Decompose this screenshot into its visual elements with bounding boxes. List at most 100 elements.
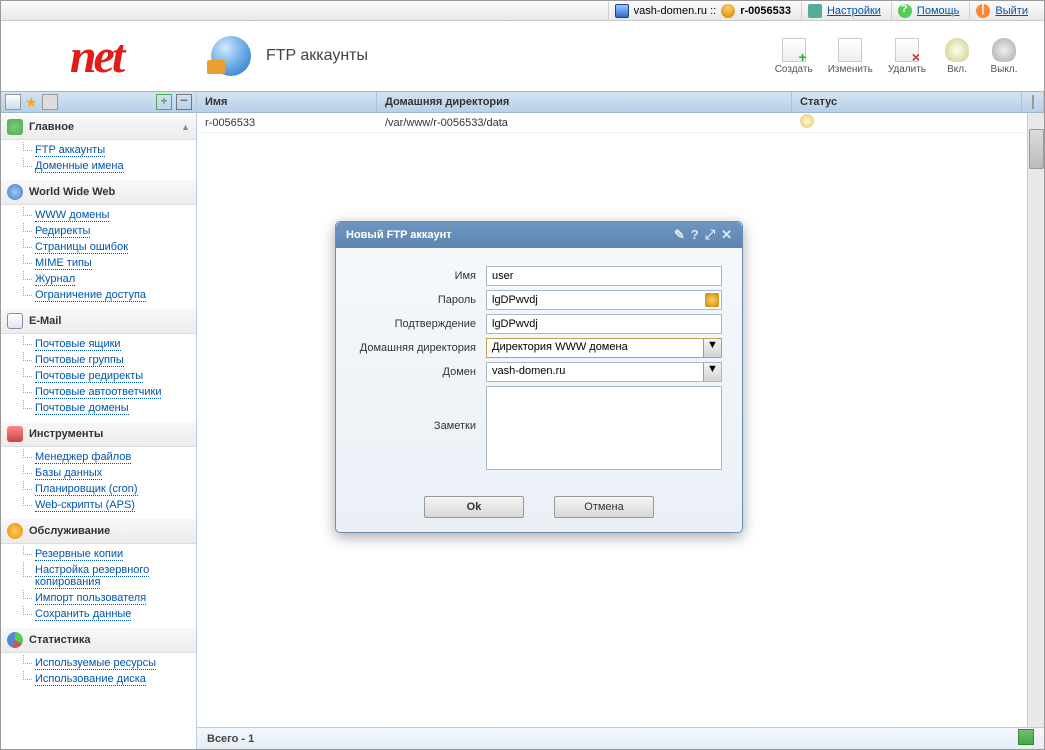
table-row[interactable]: r-0056533 /var/www/r-0056533/data [197, 113, 1044, 133]
nav-item[interactable]: Почтовые группы [23, 352, 196, 368]
nav-item-label: Планировщик (cron) [35, 483, 138, 496]
nav-item[interactable]: Настройка резервного копирования [23, 562, 196, 590]
pin-icon[interactable]: ✎ [674, 227, 685, 243]
ok-button[interactable]: Ok [424, 496, 524, 518]
export-excel-icon[interactable] [1018, 729, 1034, 745]
nav-item[interactable]: Планировщик (cron) [23, 481, 196, 497]
settings-icon [808, 4, 822, 18]
maximize-icon[interactable]: ⤢ [705, 227, 715, 243]
edit-label: Изменить [828, 64, 873, 75]
td-status [792, 114, 1044, 131]
nav-item[interactable]: Почтовые домены [23, 400, 196, 416]
list-view-icon[interactable] [5, 94, 21, 110]
nav-group-label: Главное [29, 121, 74, 133]
exit-link[interactable]: Выйти [995, 5, 1028, 17]
chevron-down-icon[interactable]: ▼ [703, 339, 721, 357]
nav-group-header[interactable]: Обслуживание [1, 519, 196, 544]
nav-item[interactable]: Редиректы [23, 223, 196, 239]
input-name[interactable] [486, 266, 722, 286]
nav-item[interactable]: Использование диска [23, 671, 196, 687]
nav-item[interactable]: Журнал [23, 271, 196, 287]
nav-item[interactable]: Почтовые ящики [23, 336, 196, 352]
th-status[interactable]: Статус [792, 92, 1022, 112]
table-header: Имя Домашняя директория Статус [197, 91, 1044, 113]
sidebar: ★ + − Главное▲ FTP аккаунтыДоменные имена… [1, 91, 197, 749]
close-icon[interactable]: ✕ [721, 227, 732, 243]
collapse-all-icon[interactable]: − [176, 94, 192, 110]
dialog-titlebar[interactable]: Новый FTP аккаунт ✎ ? ⤢ ✕ [336, 222, 742, 248]
select-domain[interactable]: vash-domen.ru ▼ [486, 362, 722, 382]
textarea-notes[interactable] [486, 386, 722, 470]
nav-group-header[interactable]: Инструменты [1, 422, 196, 447]
on-button[interactable]: Вкл. [935, 34, 979, 79]
scrollbar-thumb[interactable] [1029, 129, 1044, 169]
off-label: Выкл. [991, 64, 1018, 75]
input-password[interactable] [486, 290, 722, 310]
row-domain: Домен vash-domen.ru ▼ [356, 362, 722, 382]
logo[interactable]: net [11, 29, 181, 84]
nav-item[interactable]: Почтовые редиректы [23, 368, 196, 384]
nav-item[interactable]: Web-скрипты (APS) [23, 497, 196, 513]
dialog-body: Имя Пароль Подтверждение Домашняя директ… [336, 248, 742, 486]
settings-segment[interactable]: Настройки [801, 2, 887, 20]
topbar-domain-label: vash-domen.ru :: [634, 5, 717, 17]
dialog-title-buttons: ✎ ? ⤢ ✕ [674, 227, 732, 243]
nav-item[interactable]: Ограничение доступа [23, 287, 196, 303]
th-name[interactable]: Имя [197, 92, 377, 112]
nav-item-label: Менеджер файлов [35, 451, 131, 464]
dialog-help-icon[interactable]: ? [691, 227, 699, 243]
help-link[interactable]: Помощь [917, 5, 960, 17]
nav-group-header[interactable]: Статистика [1, 628, 196, 653]
exit-segment[interactable]: Выйти [969, 2, 1034, 20]
nav-item-label: MIME типы [35, 257, 92, 270]
nav-item[interactable]: Базы данных [23, 465, 196, 481]
nav-item-label: Страницы ошибок [35, 241, 128, 254]
off-button[interactable]: Выкл. [982, 34, 1026, 79]
create-button[interactable]: Создать [769, 34, 819, 79]
nav-item[interactable]: Менеджер файлов [23, 449, 196, 465]
nav-group-icon [7, 632, 23, 648]
nav-item-label: Журнал [35, 273, 75, 286]
nav-item-label: Почтовые группы [35, 354, 124, 367]
delete-label: Удалить [888, 64, 926, 75]
nav-item[interactable]: Страницы ошибок [23, 239, 196, 255]
logo-text: net [70, 29, 122, 84]
help-segment[interactable]: Помощь [891, 2, 966, 20]
th-options[interactable] [1022, 92, 1044, 112]
nav-item[interactable]: Импорт пользователя [23, 590, 196, 606]
copy-icon[interactable] [42, 94, 58, 110]
bulb-on-icon [945, 38, 969, 62]
nav-item[interactable]: Почтовые автоответчики [23, 384, 196, 400]
toolbar: Создать Изменить Удалить Вкл. Выкл. [769, 34, 1026, 79]
star-icon[interactable]: ★ [25, 95, 38, 109]
vertical-scrollbar[interactable] [1027, 113, 1044, 727]
nav-group-label: E-Mail [29, 315, 61, 327]
row-password: Пароль [356, 290, 722, 310]
nav-item-label: Импорт пользователя [35, 592, 146, 605]
nav-item[interactable]: MIME типы [23, 255, 196, 271]
input-confirm[interactable] [486, 314, 722, 334]
delete-button[interactable]: Удалить [882, 34, 932, 79]
dialog-title-text: Новый FTP аккаунт [346, 229, 452, 241]
generate-password-icon[interactable] [705, 293, 719, 307]
nav-item[interactable]: Резервные копии [23, 546, 196, 562]
expand-all-icon[interactable]: + [156, 94, 172, 110]
nav-item[interactable]: Используемые ресурсы [23, 655, 196, 671]
nav-item-label: Используемые ресурсы [35, 657, 156, 670]
edit-button[interactable]: Изменить [822, 34, 879, 79]
nav-item[interactable]: Сохранить данные [23, 606, 196, 622]
nav-group-header[interactable]: E-Mail [1, 309, 196, 334]
settings-link[interactable]: Настройки [827, 5, 881, 17]
nav-group-header[interactable]: World Wide Web [1, 180, 196, 205]
nav-item[interactable]: Доменные имена [23, 158, 196, 174]
nav-item[interactable]: WWW домены [23, 207, 196, 223]
chevron-down-icon[interactable]: ▼ [703, 363, 721, 381]
select-homedir[interactable]: Директория WWW домена ▼ [486, 338, 722, 358]
bulb-off-icon [992, 38, 1016, 62]
topbar: vash-domen.ru :: r-0056533 Настройки Пом… [1, 1, 1044, 21]
label-password: Пароль [356, 294, 486, 306]
nav-group-header[interactable]: Главное▲ [1, 115, 196, 140]
nav-item[interactable]: FTP аккаунты [23, 142, 196, 158]
cancel-button[interactable]: Отмена [554, 496, 654, 518]
th-dir[interactable]: Домашняя директория [377, 92, 792, 112]
